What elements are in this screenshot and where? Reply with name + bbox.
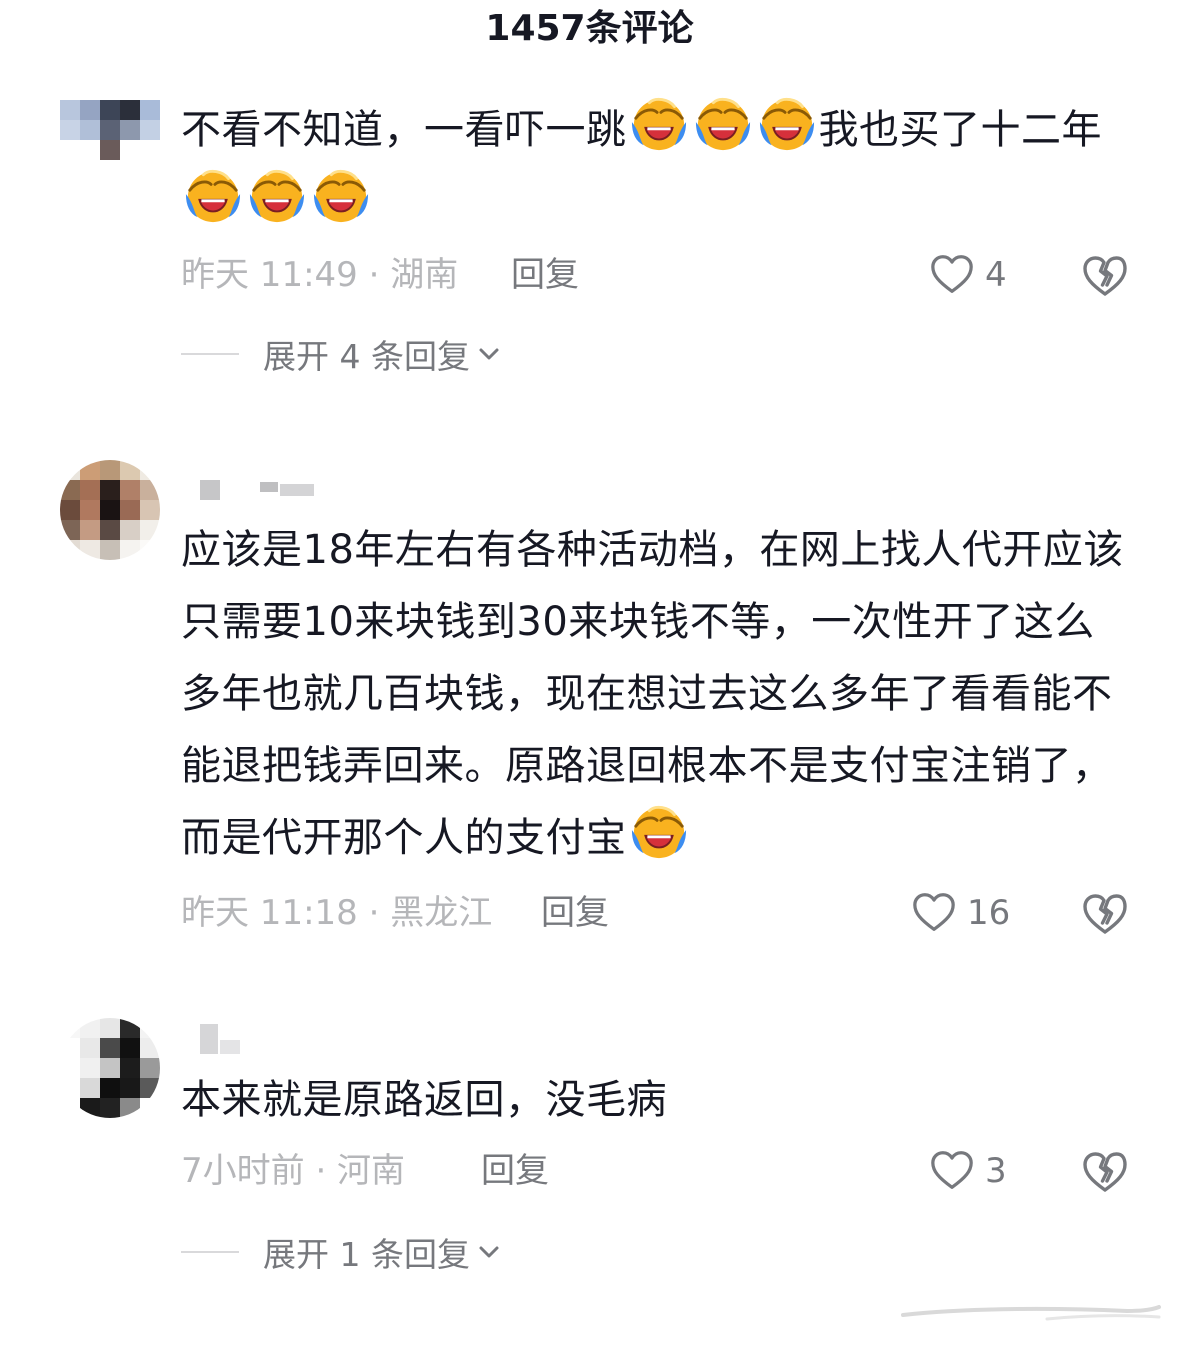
reply-button[interactable]: 回复 [481,1146,549,1196]
like-button[interactable]: 4 [929,250,1007,300]
watermark-icon [901,1305,1161,1321]
comment-time-location: 7小时前 · 河南 [181,1151,406,1191]
comment-text: 应该是18年左右有各种活动档，在网上找人代开应该只需要10来块钱到30来块钱不等… [181,514,1131,874]
comment-text-segment: 我也买了十二年 [818,107,1102,153]
comment-time-location: 昨天 11:18 · 黑龙江 [181,893,493,933]
dislike-icon[interactable] [1081,890,1129,938]
comment-item: 不看不知道，一看吓一跳 我也买了十二年 昨天 11:49 · 湖南 回复 4 展开… [0,0,1179,400]
expand-replies-label: 展开 1 条回复 [263,1235,470,1274]
laugh-cry-emoji-icon [185,169,241,223]
like-count: 16 [967,893,1011,933]
divider-line [181,353,239,355]
comment-text: 不看不知道，一看吓一跳 我也买了十二年 [181,94,1131,238]
dislike-icon[interactable] [1081,1148,1129,1196]
chevron-down-icon [479,348,499,360]
comment-text-segment: 本来就是原路返回，没毛病 [181,1077,667,1123]
comment-meta: 昨天 11:18 · 黑龙江 回复 16 [181,888,1141,938]
reply-button[interactable]: 回复 [511,250,579,300]
like-count: 3 [985,1151,1007,1191]
like-button[interactable]: 3 [929,1146,1007,1196]
like-button[interactable]: 16 [911,888,1010,938]
heart-icon [913,893,955,931]
expand-replies-label: 展开 4 条回复 [263,337,470,376]
comment-item: 应该是18年左右有各种活动档，在网上找人代开应该只需要10来块钱到30来块钱不等… [0,440,1179,960]
laugh-cry-emoji-icon [313,169,369,223]
heart-icon [931,255,973,293]
comment-text: 本来就是原路返回，没毛病 [181,1064,1131,1136]
chevron-down-icon [479,1246,499,1258]
laugh-cry-emoji-icon [695,97,750,151]
expand-replies-button[interactable]: 展开 4 条回复 [181,332,502,376]
laugh-cry-emoji-icon [631,97,686,151]
dislike-icon[interactable] [1081,252,1129,300]
heart-icon [931,1151,973,1189]
comment-item: 本来就是原路返回，没毛病 7小时前 · 河南 回复 3 展开 1 条回复 [0,1000,1179,1300]
like-count: 4 [985,255,1007,295]
expand-replies-button[interactable]: 展开 1 条回复 [181,1230,502,1274]
reply-button[interactable]: 回复 [541,888,609,938]
divider-line [181,1251,239,1253]
laugh-cry-emoji-icon [249,169,305,223]
username-redacted[interactable] [198,478,318,500]
comment-meta: 7小时前 · 河南 回复 3 [181,1146,1141,1196]
username-redacted[interactable] [198,1020,258,1060]
laugh-cry-emoji-icon [631,805,686,859]
avatar[interactable] [60,100,160,160]
avatar[interactable] [60,1018,160,1118]
laugh-cry-emoji-icon [759,97,814,151]
comment-meta: 昨天 11:49 · 湖南 回复 4 [181,250,1141,300]
comment-time-location: 昨天 11:49 · 湖南 [181,255,459,295]
avatar[interactable] [60,460,160,560]
comment-text-segment: 不看不知道，一看吓一跳 [181,107,627,153]
